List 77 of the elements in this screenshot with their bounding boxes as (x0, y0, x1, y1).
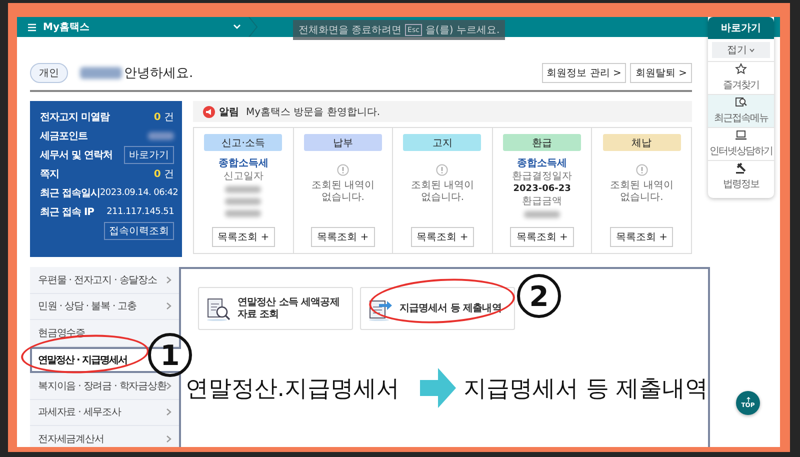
list-button[interactable]: 목록조회 + (510, 227, 574, 247)
list-button[interactable]: 목록조회 + (212, 227, 276, 247)
quick-menu-item[interactable]: 최근접속메뉴 (708, 94, 774, 127)
list-button[interactable]: 목록조회 + (410, 227, 474, 247)
empty-message: 조회된 내역이 없습니다. (610, 180, 674, 204)
gavel-icon (735, 162, 747, 174)
blurred-text (80, 67, 122, 79)
greeting-text: 안녕하세요. (124, 65, 194, 82)
tax-item-link[interactable]: 종합소득세 (218, 156, 268, 170)
card-header: 고지 (403, 134, 482, 151)
arrow-up-icon (746, 397, 750, 402)
summary-label: 최근 접속 IP (40, 206, 94, 218)
document-search-icon (205, 296, 232, 320)
card-header: 납부 (304, 134, 382, 151)
menu-icon[interactable] (27, 22, 37, 32)
quick-menu-title: 바로가기 (708, 17, 774, 39)
empty-message: 조회된 내역이 없습니다. (311, 180, 374, 204)
laptop-icon (735, 129, 747, 141)
caret-icon (749, 48, 755, 52)
menu-item[interactable]: 우편물 · 전자고지 · 송달장소 (30, 267, 180, 294)
blurred-text (524, 211, 560, 218)
menu-item[interactable]: 복지이음 · 장려금 · 학자금상환 (30, 373, 180, 400)
menu-item[interactable]: 과세자료 · 세무조사 (30, 400, 180, 426)
overlay-text: 을(를) 누르세요. (425, 24, 500, 37)
exclamation-icon (336, 164, 349, 176)
detail-label: 환급금액 (522, 196, 562, 208)
menu-tile[interactable]: 지급명세서 등 제출내역 (360, 287, 516, 330)
quick-menu-item[interactable]: 인터넷상담하기 (708, 127, 774, 160)
notice-label: 알림 (219, 106, 239, 118)
step-number: 2 (517, 274, 561, 318)
card-header: 신고·소득 (204, 134, 282, 151)
annotation-text: 지급명세서 등 제출내역 (464, 374, 708, 404)
search-icon (735, 96, 747, 108)
detail-label: 신고일자 (223, 171, 264, 183)
tax-item-link[interactable]: 종합소득세 (517, 156, 568, 170)
detail-label: 환급결정일자 (512, 171, 572, 183)
list-button[interactable]: 목록조회 + (610, 227, 674, 247)
detail-value: 2023-06-23 (513, 183, 571, 195)
summary-value: 211.117.145.51 (106, 206, 174, 216)
card-header: 환급 (503, 134, 582, 151)
exclamation-icon (436, 164, 448, 176)
annotation-text: 연말정산.지급명세서 (185, 374, 400, 404)
summary-count: 0 건 (154, 168, 174, 180)
overlay-text: 전체화면을 종료하려면 (298, 24, 402, 37)
summary-label: 최근 접속일시 (40, 186, 100, 200)
card-header: 체납 (602, 134, 681, 151)
shortcut-button[interactable]: 바로가기 (124, 146, 174, 164)
summary-label: 전자고지 미열람 (40, 110, 110, 124)
summary-label: 세금포인트 (40, 130, 88, 142)
list-button[interactable]: 목록조회 + (311, 227, 375, 247)
quick-menu-item[interactable]: 법령정보 (708, 160, 774, 193)
arrow-right-icon (420, 368, 456, 408)
chevron-down-icon[interactable] (232, 23, 242, 31)
summary-label: 쪽지 (40, 168, 59, 180)
menu-item[interactable]: 전자세금계산서 (30, 426, 180, 447)
menu-tile[interactable]: 연말정산 소득 세액공제 자료 조회 (198, 287, 354, 330)
blurred-text (148, 132, 174, 140)
notice-text: My홈택스 방문을 환영합니다. (246, 106, 380, 118)
summary-label: 세무서 및 연락처 (40, 148, 112, 162)
history-button[interactable]: 접속이력조회 (104, 222, 174, 240)
star-icon (735, 63, 747, 75)
summary-value: 2023.09.14. 06:42 (100, 188, 178, 198)
blurred-text (225, 186, 262, 193)
blurred-text (225, 198, 262, 205)
menu-item[interactable]: 민원 · 상담 · 불복 · 고충 (30, 294, 180, 320)
empty-message: 조회된 내역이 없습니다. (410, 180, 474, 204)
step-number: 1 (148, 333, 192, 377)
account-button[interactable]: 회원정보 관리 > (542, 63, 626, 83)
megaphone-icon (203, 106, 215, 118)
site-title[interactable]: My홈택스 (43, 20, 90, 34)
user-type-badge: 개인 (30, 63, 68, 83)
blurred-text (225, 210, 262, 217)
exclamation-icon (636, 164, 648, 176)
breadcrumb-divider (248, 17, 258, 37)
summary-count: 0 건 (154, 110, 174, 124)
collapse-button[interactable]: 접기 (712, 42, 770, 58)
account-button[interactable]: 회원탈퇴 > (630, 63, 692, 83)
